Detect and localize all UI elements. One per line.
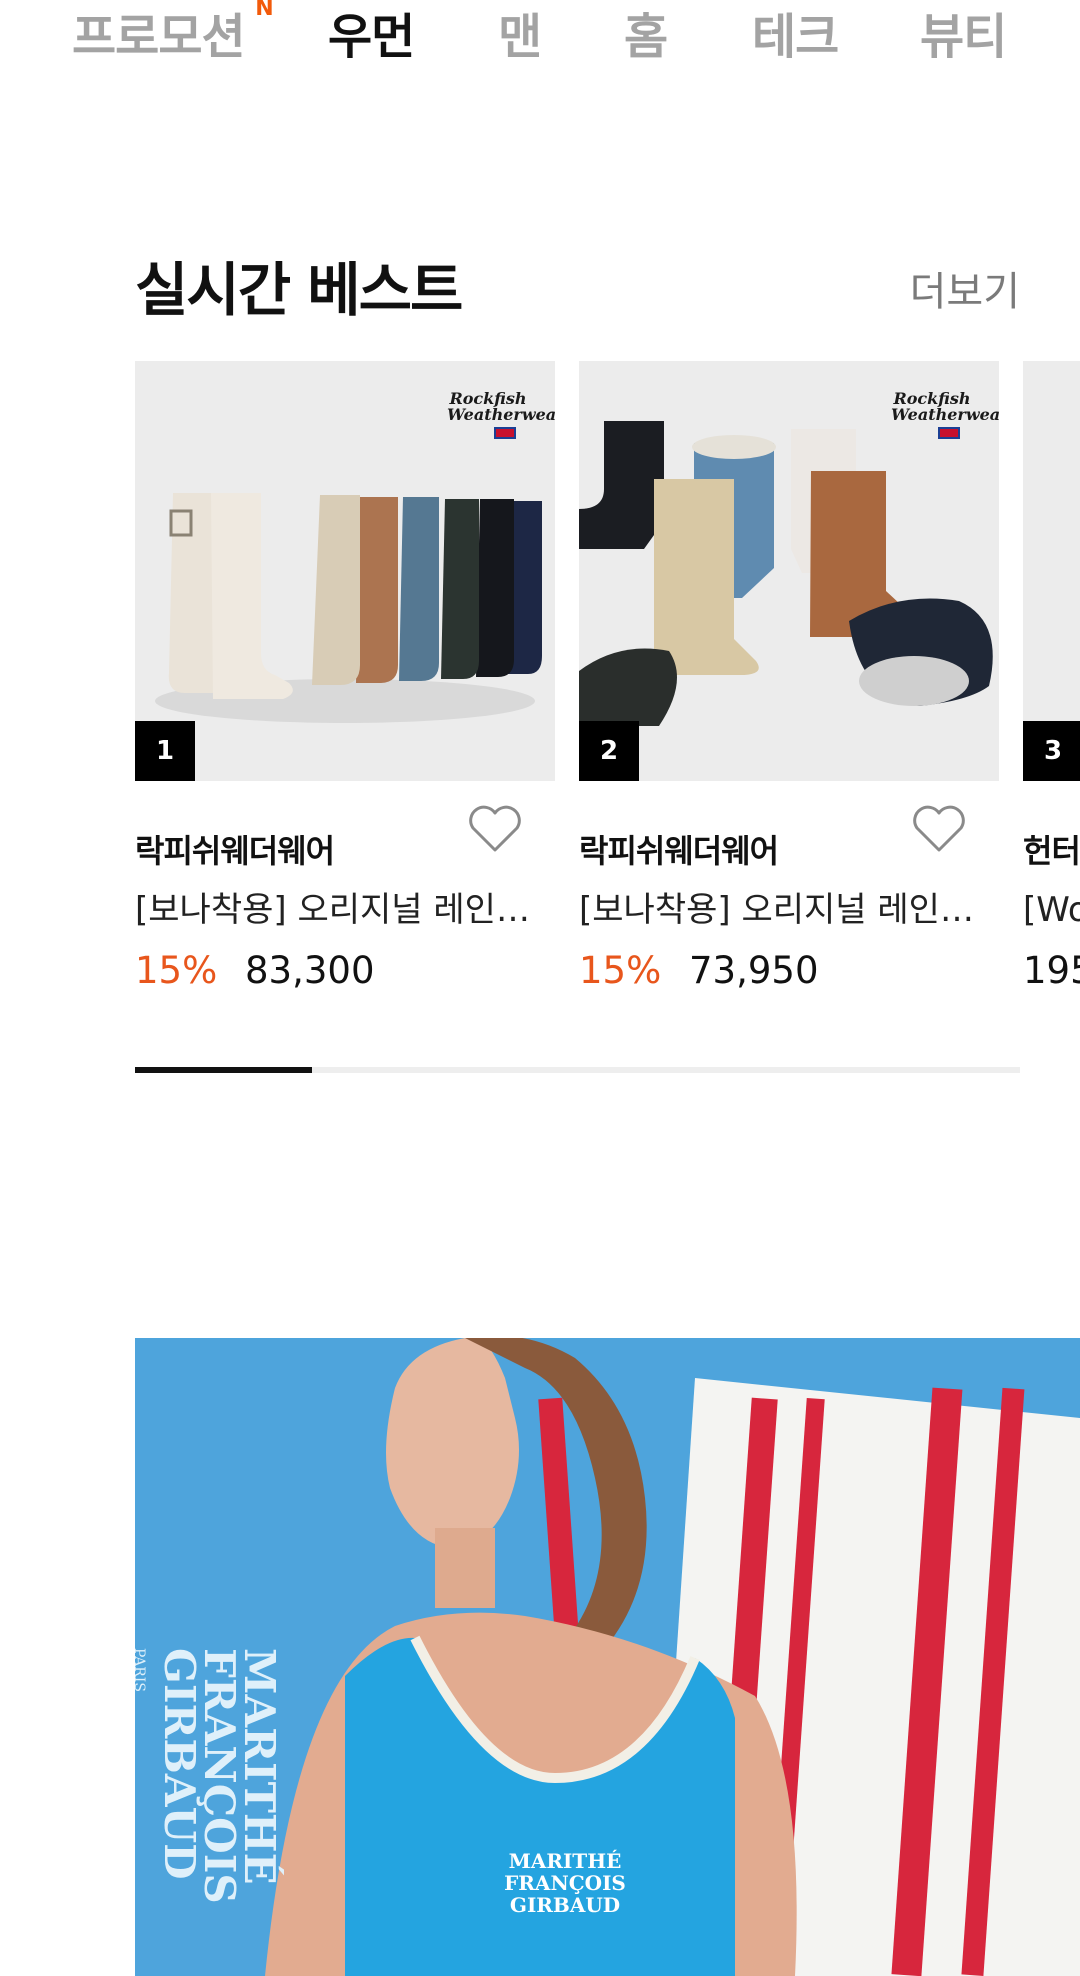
product-image[interactable]: Rockfish Weatherwear 2	[579, 361, 999, 781]
svg-text:FRANÇOIS: FRANÇOIS	[504, 1871, 626, 1895]
product-name[interactable]: [보나착용] 오리지널 레인부츠	[135, 887, 535, 933]
tab-label: 홈	[624, 9, 668, 65]
price-row: 15% 83,300	[135, 946, 374, 996]
product-brand: 헌터	[1023, 832, 1080, 870]
svg-text:PARIS: PARIS	[135, 1648, 147, 1692]
uk-flag-icon	[494, 427, 516, 439]
brand-logo: Rockfish Weatherwear	[447, 391, 555, 442]
product-image[interactable]: 3	[1023, 361, 1080, 781]
price-row: 15% 73,950	[579, 946, 818, 996]
product-card[interactable]: Rockfish Weatherwear 2 락피쉬웨더웨어 [보나착용] 오리…	[579, 361, 999, 992]
new-badge: N	[255, 0, 273, 21]
tab-women[interactable]: 우먼	[328, 2, 415, 72]
uk-flag-icon	[938, 427, 960, 439]
price-row: 195	[1023, 946, 1080, 996]
tab-tech[interactable]: 테크	[752, 2, 839, 72]
price: 73,950	[689, 949, 819, 992]
product-brand: 락피쉬웨더웨어	[579, 832, 779, 870]
banner-image: MARITHÉ FRANÇOIS GIRBAUD MARITHÉ FRANÇOI…	[135, 1338, 1080, 1976]
product-image[interactable]: Rockfish Weatherwear 1	[135, 361, 555, 781]
carousel-progress-fill	[135, 1067, 312, 1073]
product-card[interactable]: Rockfish Weatherwear 1 락피쉬웨더웨어 [보나착용] 오리…	[135, 361, 555, 992]
svg-text:GIRBAUD: GIRBAUD	[510, 1893, 620, 1917]
tab-home[interactable]: 홈	[624, 2, 668, 72]
discount-rate: 15%	[135, 949, 218, 992]
wishlist-button[interactable]	[467, 801, 523, 857]
product-name[interactable]: [보나착용] 오리지널 레인부츠	[579, 887, 979, 933]
svg-text:MARITHÉ: MARITHÉ	[509, 1849, 622, 1873]
price: 83,300	[245, 949, 375, 992]
tab-label: 뷰티	[920, 9, 1007, 65]
tab-men[interactable]: 맨	[498, 2, 542, 72]
tab-label: 프로모션	[72, 9, 246, 65]
rank-badge: 3	[1023, 721, 1080, 781]
tab-label: 우먼	[328, 9, 415, 65]
tab-beauty[interactable]: 뷰티	[920, 2, 1007, 72]
best-carousel[interactable]: Rockfish Weatherwear 1 락피쉬웨더웨어 [보나착용] 오리…	[135, 361, 1080, 1011]
price: 195	[1023, 949, 1080, 992]
wishlist-button[interactable]	[911, 801, 967, 857]
brand-logo: Rockfish Weatherwear	[891, 391, 999, 442]
product-name[interactable]: [Wo	[1023, 887, 1080, 933]
tab-label: 맨	[498, 9, 542, 65]
product-brand: 락피쉬웨더웨어	[135, 832, 335, 870]
discount-rate: 15%	[579, 949, 662, 992]
page: 프로모션 N 우먼 맨 홈 테크 뷰티 실시간 베스트 더보기 Rockfish…	[0, 0, 1080, 1976]
rank-badge: 2	[579, 721, 639, 781]
carousel-progress	[135, 1067, 1020, 1073]
category-tabs: 프로모션 N 우먼 맨 홈 테크 뷰티	[0, 0, 1080, 80]
promo-banner[interactable]: MARITHÉ FRANÇOIS GIRBAUD MARITHÉ FRANÇOI…	[135, 1338, 1080, 1976]
rank-badge: 1	[135, 721, 195, 781]
more-link[interactable]: 더보기	[910, 264, 1020, 320]
section-title: 실시간 베스트	[135, 256, 463, 324]
tab-promotion[interactable]: 프로모션 N	[72, 0, 274, 72]
svg-text:GIRBAUD: GIRBAUD	[155, 1648, 204, 1880]
tab-label: 테크	[752, 9, 839, 65]
heart-outline-icon	[913, 805, 965, 852]
product-card[interactable]: 3 헌터 [Wo 195	[1023, 361, 1080, 992]
heart-outline-icon	[469, 805, 521, 852]
